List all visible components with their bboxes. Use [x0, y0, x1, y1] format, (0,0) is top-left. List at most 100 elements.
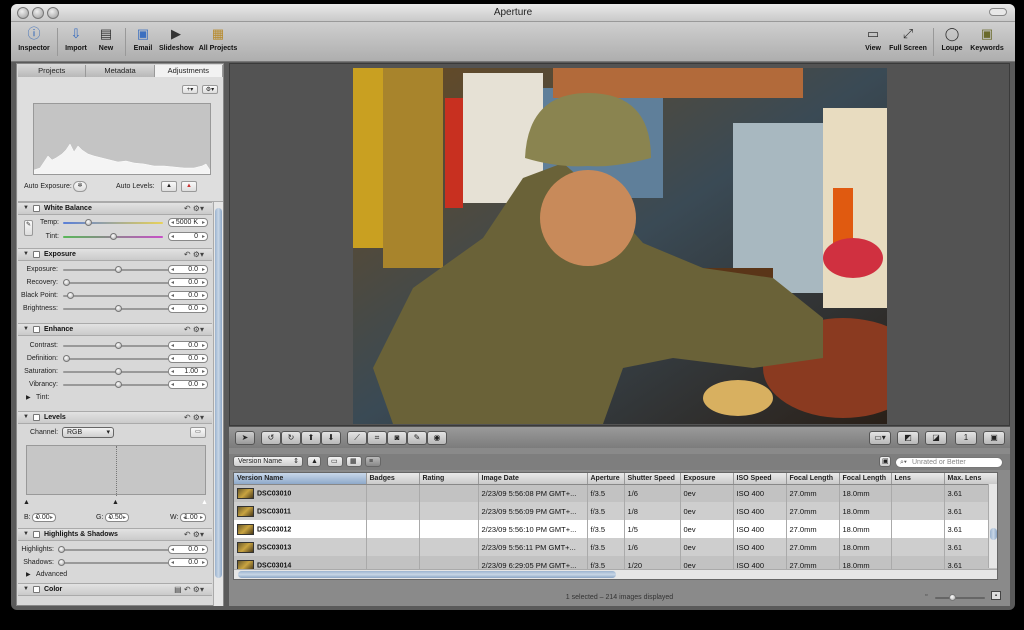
spot-patch-tool-button[interactable]: ◙: [387, 431, 407, 445]
thumbnail-image[interactable]: [237, 505, 254, 517]
white-input-field[interactable]: 1.00: [180, 513, 206, 522]
exposure-value-field[interactable]: 0.0: [168, 265, 208, 274]
brick-action-icons[interactable]: ↶ ⚙▾: [184, 250, 204, 259]
column-header-aperture[interactable]: Aperture: [587, 473, 625, 485]
tab-metadata[interactable]: Metadata: [86, 65, 155, 77]
add-adjustment-button[interactable]: +▾: [182, 85, 198, 94]
thumbnail-size-slider[interactable]: [935, 594, 985, 601]
recovery-value-field[interactable]: 0.0: [168, 278, 208, 287]
brick-action-icons[interactable]: ↶ ⚙▾: [184, 204, 204, 213]
table-row[interactable]: DSC03012 2/23/09 5:56:10 PM GMT+... f/3.5 1…: [234, 520, 997, 538]
filmstrip-button[interactable]: ▣: [983, 431, 1005, 445]
column-header-lens[interactable]: Lens: [891, 473, 945, 485]
highlights-shadows-header[interactable]: ▼ Highlights & Shadows ↶ ⚙▾: [18, 529, 212, 541]
column-header-focal-length[interactable]: Focal Length: [786, 473, 840, 485]
color-checkbox[interactable]: [33, 586, 40, 593]
filter-hud-button[interactable]: ▣: [879, 456, 891, 467]
black-level-handle[interactable]: ▲: [23, 499, 30, 506]
saturation-slider[interactable]: [63, 368, 173, 375]
disclosure-open-icon[interactable]: ▼: [23, 205, 29, 211]
main-photo[interactable]: [353, 68, 887, 424]
disclosure-closed-icon[interactable]: ▶: [26, 394, 31, 401]
column-header-focal-length-2[interactable]: Focal Length: [839, 473, 892, 485]
auto-levels-luminance-button[interactable]: ▲: [161, 181, 177, 192]
disclosure-open-icon[interactable]: ▼: [23, 414, 29, 420]
temp-slider[interactable]: [63, 219, 163, 226]
table-row[interactable]: DSC03010 2/23/09 5:56:08 PM GMT+... f/3.5 1…: [234, 484, 997, 502]
tint-slider-knob[interactable]: [110, 233, 117, 240]
slider-knob[interactable]: [67, 292, 74, 299]
brick-action-icons[interactable]: ↶ ⚙▾: [184, 325, 204, 334]
definition-slider[interactable]: [63, 355, 173, 362]
contrast-slider[interactable]: [63, 342, 173, 349]
eyedropper-button[interactable]: ✎: [24, 220, 33, 236]
browser-view-button[interactable]: ▭▾: [869, 431, 891, 445]
search-field[interactable]: ⌕▾ Unrated or Better: [895, 457, 1003, 468]
slider-knob[interactable]: [115, 266, 122, 273]
levels-header[interactable]: ▼ Levels ↶ ⚙▾: [18, 412, 212, 424]
inspector-button[interactable]: ⓘ Inspector: [17, 26, 51, 60]
lift-tool-button[interactable]: ⬆: [301, 431, 321, 445]
column-header-shutter-speed[interactable]: Shutter Speed: [624, 473, 681, 485]
scrollbar-thumb[interactable]: [990, 528, 997, 540]
enhance-header[interactable]: ▼ Enhance ↶ ⚙▾: [18, 324, 212, 336]
filmstrip-view-button[interactable]: ▭: [327, 456, 343, 467]
white-balance-checkbox[interactable]: [33, 205, 40, 212]
advanced-label[interactable]: Advanced: [36, 571, 67, 578]
red-eye-tool-button[interactable]: ◉: [427, 431, 447, 445]
brush-tool-button[interactable]: ✎: [407, 431, 427, 445]
black-point-value-field[interactable]: 0.0: [168, 291, 208, 300]
column-header-iso-speed[interactable]: ISO Speed: [733, 473, 787, 485]
slider-knob[interactable]: [115, 368, 122, 375]
saturation-value-field[interactable]: 1.00: [168, 367, 208, 376]
scrollbar-thumb[interactable]: [215, 208, 222, 578]
black-input-field[interactable]: 0.00: [32, 513, 56, 522]
disclosure-open-icon[interactable]: ▼: [23, 326, 29, 332]
column-header-max-lens[interactable]: Max. Lens: [944, 473, 997, 485]
table-row[interactable]: DSC03011 2/23/09 5:56:09 PM GMT+... f/3.5 1…: [234, 502, 997, 520]
thumbnail-image[interactable]: [237, 523, 254, 535]
definition-value-field[interactable]: 0.0: [168, 354, 208, 363]
recovery-slider[interactable]: [63, 279, 173, 286]
enhance-checkbox[interactable]: [33, 326, 40, 333]
inspector-scrollbar[interactable]: [213, 202, 223, 606]
full-screen-button[interactable]: ⤢ Full Screen: [889, 26, 927, 60]
disclosure-open-icon[interactable]: ▼: [23, 251, 29, 257]
keywords-button[interactable]: ▣ Keywords: [969, 26, 1005, 60]
table-vertical-scrollbar[interactable]: [988, 484, 997, 568]
sort-popup[interactable]: Version Name ⇕: [233, 456, 303, 467]
vibrancy-value-field[interactable]: 0.0: [168, 380, 208, 389]
slideshow-button[interactable]: ▶ Slideshow: [159, 26, 194, 60]
slider-knob[interactable]: [115, 305, 122, 312]
import-button[interactable]: ⇩ Import: [63, 26, 89, 60]
sort-direction-button[interactable]: ▲: [307, 456, 321, 467]
split-view-button[interactable]: ◪: [925, 431, 947, 445]
thumbnail-image[interactable]: [237, 487, 254, 499]
auto-exposure-button[interactable]: ✲: [73, 181, 87, 192]
crop-tool-button[interactable]: ⌗: [367, 431, 387, 445]
exposure-slider[interactable]: [63, 266, 173, 273]
loupe-button[interactable]: ◯ Loupe: [939, 26, 965, 60]
tint-value-field[interactable]: 0: [168, 232, 208, 241]
column-header-rating[interactable]: Rating: [419, 473, 479, 485]
list-view-button[interactable]: ≡: [365, 456, 381, 467]
contrast-value-field[interactable]: 0.0: [168, 341, 208, 350]
stamp-tool-button[interactable]: ⬇: [321, 431, 341, 445]
brick-action-icons[interactable]: ↶ ⚙▾: [184, 413, 204, 422]
slider-knob[interactable]: [63, 279, 70, 286]
auto-levels-rgb-button[interactable]: ▲: [181, 181, 197, 192]
shadows-slider[interactable]: [58, 559, 173, 566]
temp-value-field[interactable]: 5000 K: [168, 218, 208, 227]
table-row[interactable]: DSC03013 2/23/09 5:56:11 PM GMT+... f/3.5 1…: [234, 538, 997, 556]
scrollbar-thumb[interactable]: [238, 571, 616, 578]
color-header[interactable]: ▼ Color ▤ ↶ ⚙▾: [18, 584, 212, 596]
slider-knob[interactable]: [58, 546, 65, 553]
rotate-right-button[interactable]: ↻: [281, 431, 301, 445]
channel-popup[interactable]: RGB ▾: [62, 427, 114, 438]
highlights-value-field[interactable]: 0.0: [168, 545, 208, 554]
slider-knob[interactable]: [949, 594, 956, 601]
brick-action-icons[interactable]: ↶ ⚙▾: [184, 530, 204, 539]
primary-only-button[interactable]: 1: [955, 431, 977, 445]
brightness-slider[interactable]: [63, 305, 173, 312]
column-header-badges[interactable]: Badges: [366, 473, 420, 485]
